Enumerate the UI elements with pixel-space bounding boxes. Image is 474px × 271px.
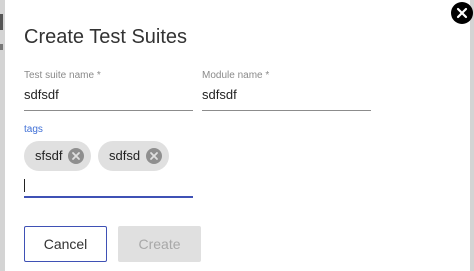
tag-chip-label: sdfsd xyxy=(109,148,141,163)
test-suite-name-label: Test suite name * xyxy=(24,70,101,81)
cancel-button[interactable]: Cancel xyxy=(24,226,107,262)
remove-tag-button[interactable] xyxy=(68,148,84,164)
module-name-label: Module name * xyxy=(202,70,270,81)
dialog-title: Create Test Suites xyxy=(24,26,188,48)
backdrop-edge-mark xyxy=(0,14,3,30)
tags-label: tags xyxy=(24,124,43,135)
test-suite-name-field: Test suite name * xyxy=(24,70,193,112)
module-name-underline xyxy=(202,110,371,111)
module-name-field: Module name * xyxy=(202,70,371,112)
create-test-suites-dialog: Create Test Suites Test suite name * Mod… xyxy=(5,0,473,271)
close-icon xyxy=(456,7,468,19)
close-button[interactable] xyxy=(451,2,473,24)
backdrop-right xyxy=(470,0,474,271)
module-name-input[interactable] xyxy=(202,87,371,102)
cancel-icon xyxy=(72,152,80,160)
backdrop-edge-mark xyxy=(0,44,3,50)
text-caret xyxy=(24,179,25,192)
test-suite-name-input[interactable] xyxy=(24,87,193,102)
tag-chip[interactable]: sdfsd xyxy=(98,141,169,171)
remove-tag-button[interactable] xyxy=(146,148,162,164)
create-button[interactable]: Create xyxy=(118,226,201,262)
tags-input-underline-focused xyxy=(24,196,193,198)
tag-chip-label: sfsdf xyxy=(35,148,63,163)
cancel-icon xyxy=(150,152,158,160)
tag-chip[interactable]: sfsdf xyxy=(24,141,91,171)
tags-input[interactable] xyxy=(24,176,193,194)
test-suite-name-underline xyxy=(24,110,193,111)
